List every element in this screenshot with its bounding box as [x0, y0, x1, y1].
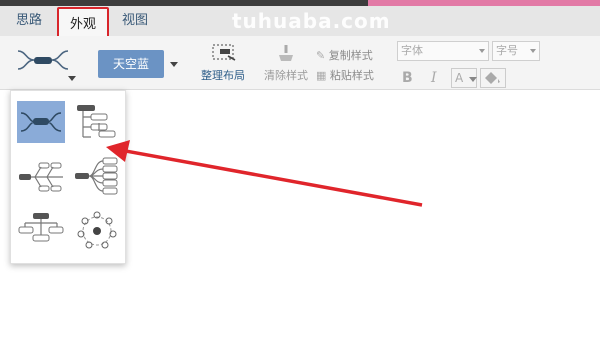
arrow-shaft — [119, 148, 423, 207]
arrow-head — [106, 140, 130, 162]
annotation-arrow — [106, 140, 423, 207]
